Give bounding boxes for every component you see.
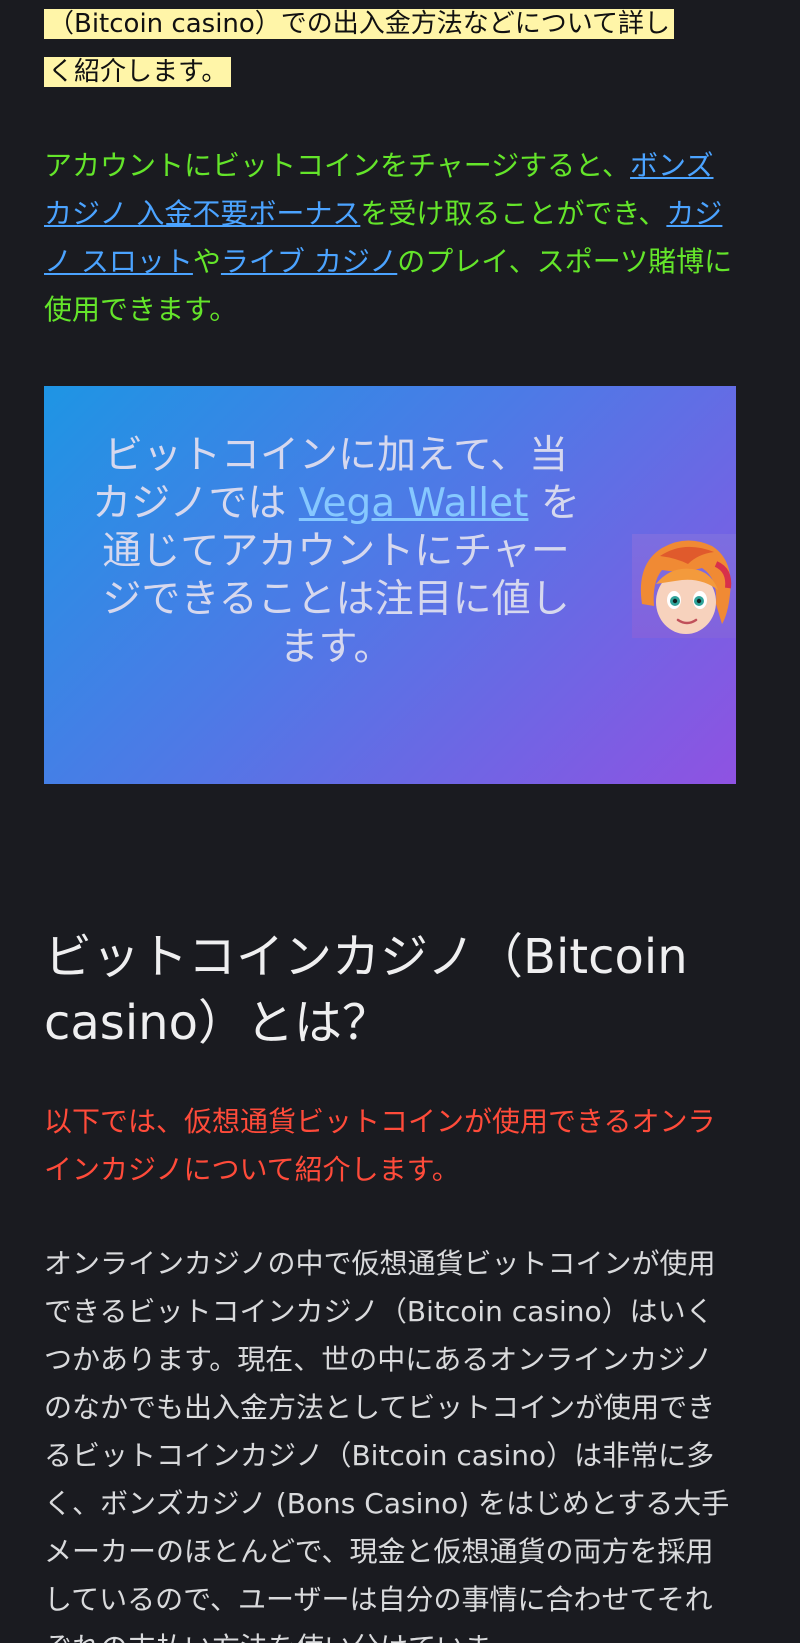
live-casino-link[interactable]: ライブ カジノ [221,245,397,278]
article-content: （Bitcoin casino）での出入金方法などについて詳し く紹介します。 … [44,0,736,1643]
cartoon-girl-avatar-icon[interactable] [632,534,736,638]
section-heading: ビットコインカジノ（Bitcoin casino）とは？ [44,929,688,1051]
bonus-text-1: アカウントにビットコインをチャージすると、 [44,149,631,182]
bonus-text-2: を受け取ることができ、 [360,197,667,230]
vega-wallet-link[interactable]: Vega Wallet [299,481,529,526]
banner-message: ビットコインに加えて、当カジノでは Vega Wallet を通じてアカウントに… [86,432,586,672]
avatar-illustration [640,540,732,634]
intro-paragraph: （Bitcoin casino）での出入金方法などについて詳し く紹介します。 [44,0,736,96]
bonus-text-3: や [192,245,221,278]
vega-wallet-banner: ビットコインに加えて、当カジノでは Vega Wallet を通じてアカウントに… [44,386,736,784]
highlighted-intro-line-1: （Bitcoin casino）での出入金方法などについて詳し [44,9,675,39]
highlighted-intro-line-2: く紹介します。 [44,57,232,87]
section-body: オンラインカジノの中で仮想通貨ビットコインが使用できるビットコインカジノ（Bit… [44,1247,730,1643]
page: { "intro": { "line1": "（Bitcoin casino）で… [0,0,800,1643]
bonus-paragraph: アカウントにビットコインをチャージすると、ボンズカジノ 入金不要ボーナスを受け取… [44,142,736,334]
section-lead: 以下では、仮想通貨ビットコインが使用できるオンラインカジノについて紹介します。 [44,1105,716,1186]
